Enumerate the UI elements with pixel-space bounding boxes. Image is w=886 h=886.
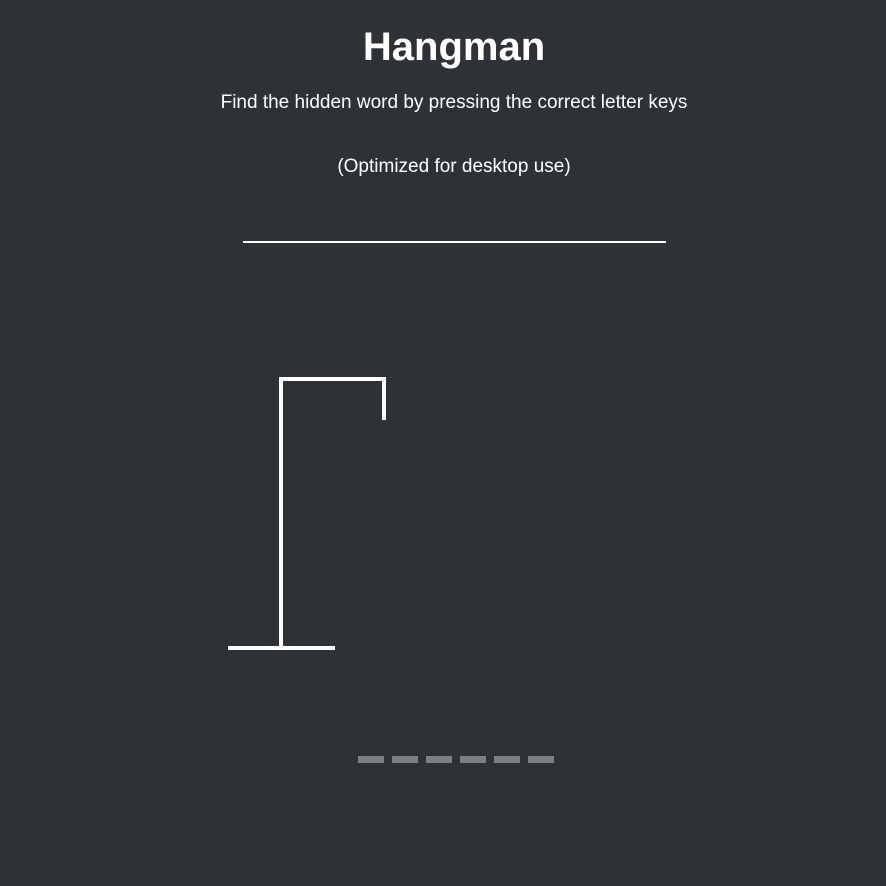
letter-slot: [528, 756, 554, 763]
hangman-game: Hangman Find the hidden word by pressing…: [0, 0, 886, 886]
letter-slot: [426, 756, 452, 763]
gallows-drawing: [228, 377, 386, 650]
hidden-word: [358, 756, 554, 763]
letter-slot: [494, 756, 520, 763]
letter-slot: [460, 756, 486, 763]
letter-slot: [358, 756, 384, 763]
letter-slot: [392, 756, 418, 763]
